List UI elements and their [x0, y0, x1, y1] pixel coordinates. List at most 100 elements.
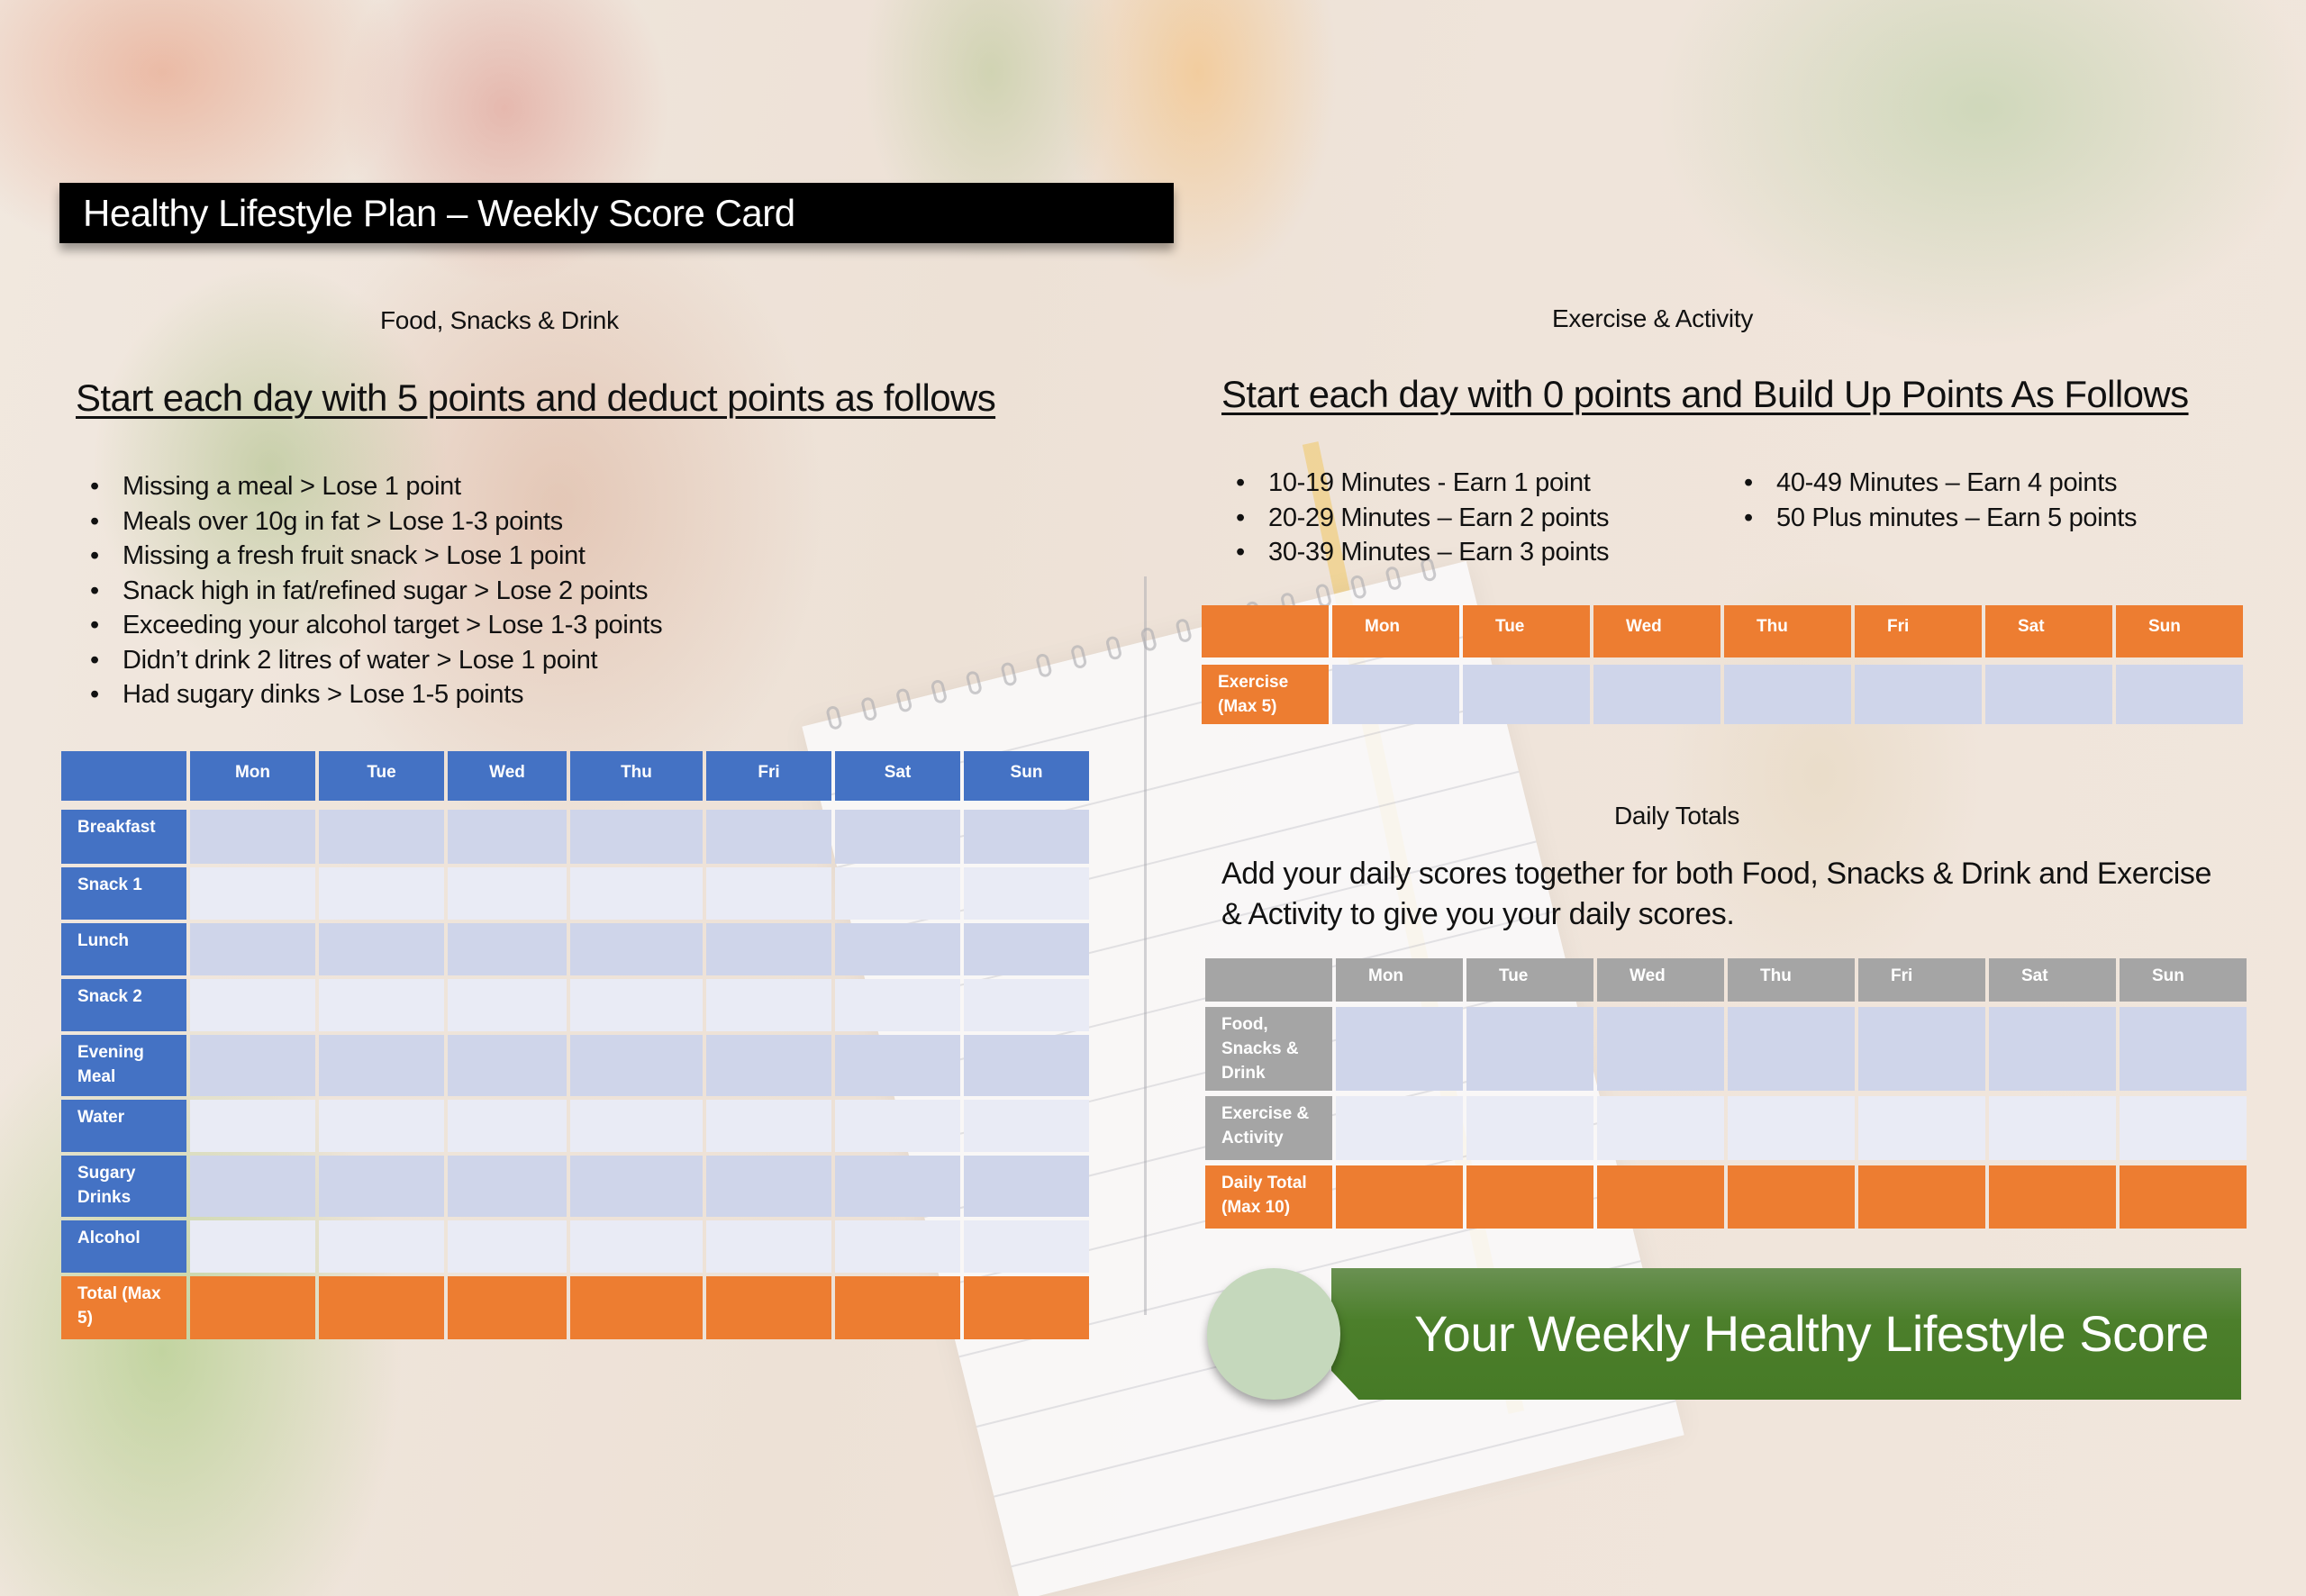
score-cell[interactable]	[190, 1100, 315, 1152]
score-cell[interactable]	[706, 1100, 831, 1152]
score-cell[interactable]	[706, 1220, 831, 1273]
score-cell[interactable]	[570, 1100, 703, 1152]
total-cell[interactable]	[1597, 1165, 1724, 1229]
score-cell[interactable]	[835, 1100, 960, 1152]
score-cell[interactable]	[570, 1220, 703, 1273]
score-cell[interactable]	[1989, 1007, 2116, 1091]
score-cell[interactable]	[190, 1156, 315, 1217]
rule-item: 40-49 Minutes – Earn 4 points	[1744, 466, 2137, 501]
score-cell[interactable]	[1855, 665, 1982, 724]
score-cell[interactable]	[964, 1220, 1089, 1273]
score-cell[interactable]	[1724, 665, 1851, 724]
score-cell[interactable]	[964, 1100, 1089, 1152]
score-cell[interactable]	[319, 923, 444, 975]
score-cell[interactable]	[319, 1220, 444, 1273]
score-cell[interactable]	[835, 979, 960, 1031]
total-cell[interactable]	[1728, 1165, 1855, 1229]
score-cell[interactable]	[319, 1156, 444, 1217]
score-cell[interactable]	[1466, 1096, 1593, 1160]
score-cell[interactable]	[448, 979, 567, 1031]
score-cell[interactable]	[570, 923, 703, 975]
score-cell[interactable]	[964, 1035, 1089, 1096]
score-cell[interactable]	[448, 1220, 567, 1273]
score-cell[interactable]	[1332, 665, 1459, 724]
score-cell[interactable]	[448, 810, 567, 864]
score-cell[interactable]	[835, 1156, 960, 1217]
total-cell[interactable]	[1989, 1165, 2116, 1229]
score-cell[interactable]	[1466, 1007, 1593, 1091]
total-cell[interactable]	[2120, 1165, 2247, 1229]
score-cell[interactable]	[964, 810, 1089, 864]
score-cell[interactable]	[964, 1156, 1089, 1217]
score-cell[interactable]	[835, 1035, 960, 1096]
score-cell[interactable]	[835, 867, 960, 920]
score-cell[interactable]	[706, 979, 831, 1031]
total-cell[interactable]	[448, 1276, 567, 1339]
score-cell[interactable]	[706, 810, 831, 864]
score-cell[interactable]	[1989, 1096, 2116, 1160]
score-cell[interactable]	[448, 1100, 567, 1152]
score-cell[interactable]	[448, 1035, 567, 1096]
score-cell[interactable]	[706, 867, 831, 920]
total-cell[interactable]	[1466, 1165, 1593, 1229]
score-cell[interactable]	[2120, 1007, 2247, 1091]
rule-item: Snack high in fat/refined sugar > Lose 2…	[90, 574, 662, 609]
header-corner	[1202, 605, 1329, 657]
score-cell[interactable]	[1597, 1096, 1724, 1160]
total-cell[interactable]	[1858, 1165, 1985, 1229]
score-cell[interactable]	[964, 979, 1089, 1031]
score-cell[interactable]	[190, 810, 315, 864]
score-cell[interactable]	[1985, 665, 2112, 724]
score-cell[interactable]	[190, 923, 315, 975]
score-cell[interactable]	[2120, 1096, 2247, 1160]
total-cell[interactable]	[964, 1276, 1089, 1339]
score-cell[interactable]	[448, 1156, 567, 1217]
exercise-rules-list-1: 10-19 Minutes - Earn 1 point20-29 Minute…	[1236, 466, 1610, 570]
score-cell[interactable]	[1858, 1096, 1985, 1160]
score-cell[interactable]	[319, 979, 444, 1031]
header-corner	[61, 751, 186, 801]
total-cell[interactable]	[319, 1276, 444, 1339]
score-cell[interactable]	[190, 979, 315, 1031]
score-cell[interactable]	[448, 923, 567, 975]
score-cell[interactable]	[1597, 1007, 1724, 1091]
total-cell[interactable]	[1336, 1165, 1463, 1229]
score-cell[interactable]	[1728, 1007, 1855, 1091]
score-cell[interactable]	[964, 923, 1089, 975]
score-cell[interactable]	[964, 867, 1089, 920]
score-cell[interactable]	[570, 810, 703, 864]
food-score-table: Mon Tue Wed Thu Fri Sat Sun Breakfast Snack 1 Lun…	[61, 751, 1089, 1339]
score-cell[interactable]	[835, 923, 960, 975]
exercise-rules-list-2: 40-49 Minutes – Earn 4 points50 Plus min…	[1744, 466, 2137, 535]
score-cell[interactable]	[1463, 665, 1590, 724]
score-cell[interactable]	[1593, 665, 1720, 724]
score-cell[interactable]	[706, 1156, 831, 1217]
score-cell[interactable]	[835, 810, 960, 864]
score-cell[interactable]	[570, 867, 703, 920]
day-header-sat: Sat	[835, 751, 960, 801]
total-cell[interactable]	[190, 1276, 315, 1339]
score-cell[interactable]	[190, 1035, 315, 1096]
score-cell[interactable]	[570, 979, 703, 1031]
total-cell[interactable]	[570, 1276, 703, 1339]
score-cell[interactable]	[835, 1220, 960, 1273]
score-cell[interactable]	[706, 1035, 831, 1096]
score-cell[interactable]	[1728, 1096, 1855, 1160]
score-cell[interactable]	[448, 867, 567, 920]
score-cell[interactable]	[570, 1156, 703, 1217]
score-cell[interactable]	[2116, 665, 2243, 724]
score-cell[interactable]	[319, 867, 444, 920]
score-cell[interactable]	[1336, 1007, 1463, 1091]
score-cell[interactable]	[319, 1100, 444, 1152]
score-cell[interactable]	[570, 1035, 703, 1096]
score-cell[interactable]	[1858, 1007, 1985, 1091]
score-cell[interactable]	[319, 810, 444, 864]
weekly-score-circle[interactable]	[1207, 1268, 1340, 1400]
score-cell[interactable]	[1336, 1096, 1463, 1160]
score-cell[interactable]	[190, 867, 315, 920]
total-cell[interactable]	[835, 1276, 960, 1339]
score-cell[interactable]	[706, 923, 831, 975]
total-cell[interactable]	[706, 1276, 831, 1339]
score-cell[interactable]	[190, 1220, 315, 1273]
score-cell[interactable]	[319, 1035, 444, 1096]
